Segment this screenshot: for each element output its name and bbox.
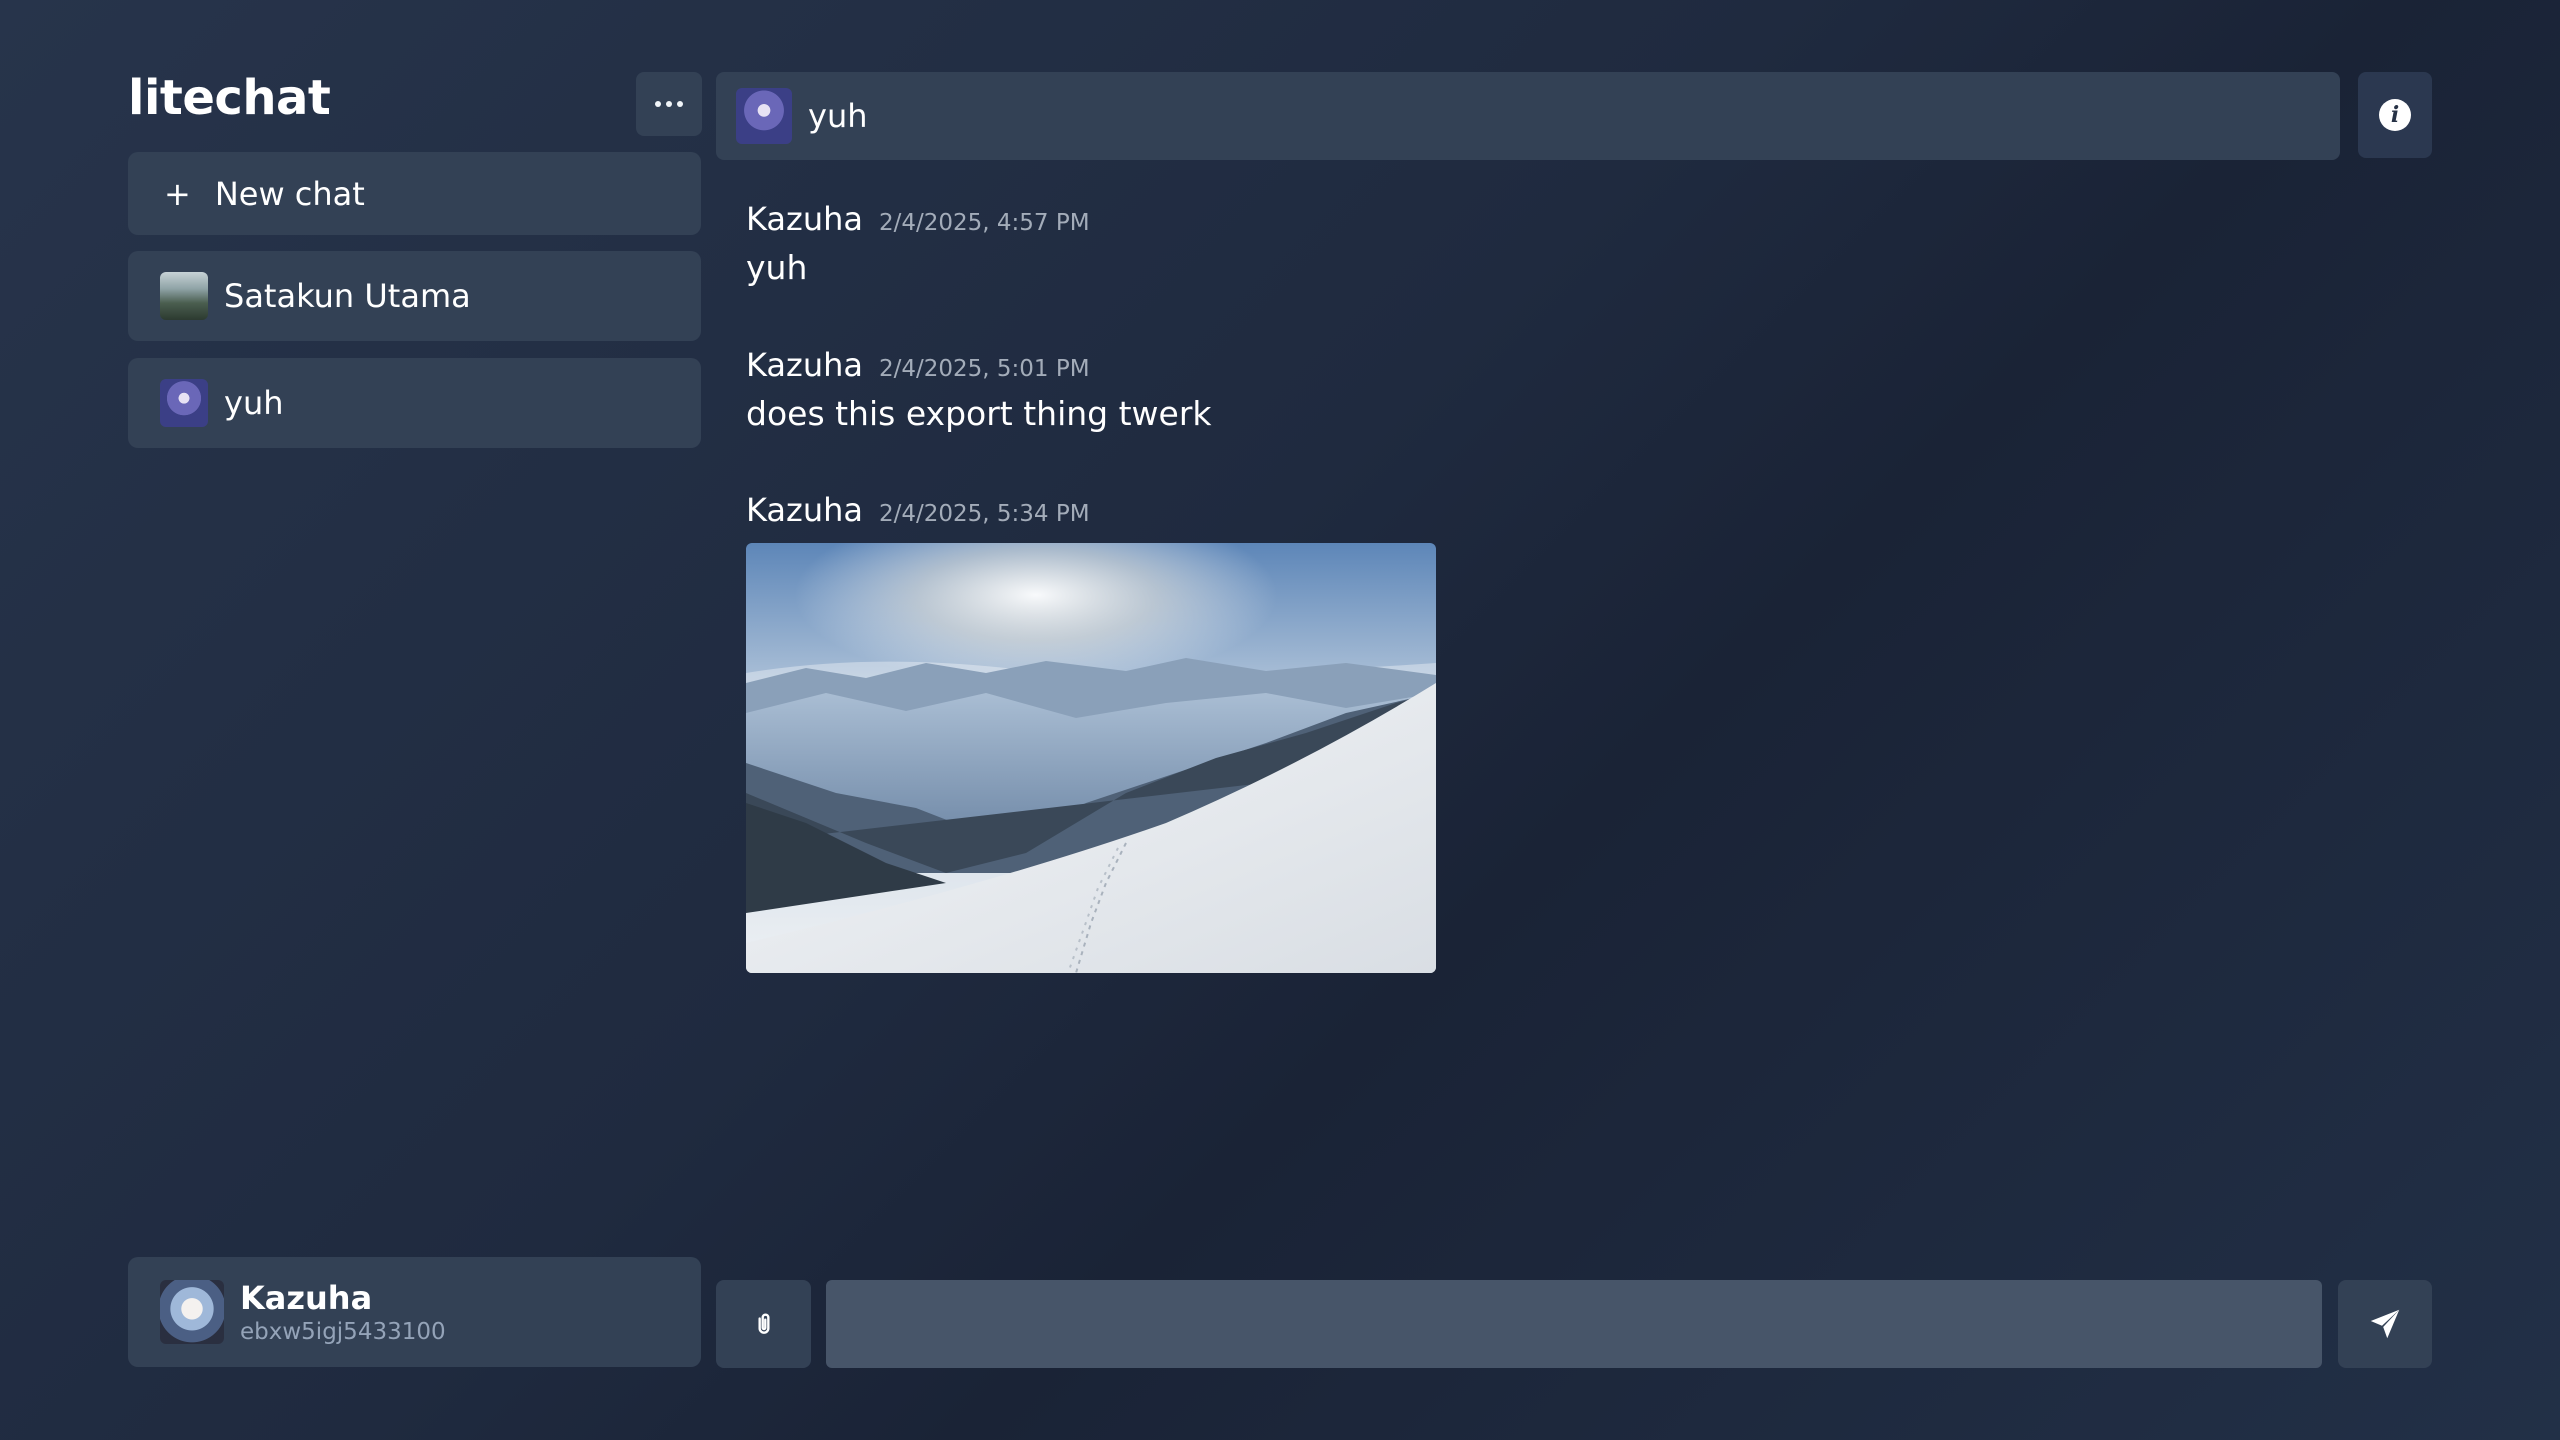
send-icon [2370,1309,2400,1339]
chat-item-label: Satakun Utama [224,277,471,315]
info-icon: i [2379,99,2411,131]
plus-icon: + [164,174,191,213]
more-options-button[interactable] [636,72,702,136]
user-avatar [160,1280,224,1344]
user-info: Kazuha ebxw5igj5433100 [240,1279,446,1345]
chat-header: yuh [716,72,2340,160]
message-author: Kazuha [746,491,863,529]
anime-avatar [160,379,208,427]
message: Kazuha 2/4/2025, 5:34 PM [746,491,1436,973]
user-profile-card[interactable]: Kazuha ebxw5igj5433100 [128,1257,701,1367]
message: Kazuha 2/4/2025, 4:57 PM yuh [746,200,1090,287]
message-text: does this export thing twerk [746,394,1212,433]
chat-title: yuh [808,97,868,135]
sidebar-chat-yuh[interactable]: yuh [128,358,701,448]
attach-button[interactable] [716,1280,811,1368]
paperclip-icon [757,1313,770,1334]
chat-avatar [736,88,792,144]
new-chat-label: New chat [214,174,365,213]
message-author: Kazuha [746,200,863,238]
chat-info-button[interactable]: i [2358,72,2432,158]
app-title: litechat [128,70,331,126]
chat-item-label: yuh [224,384,284,422]
ellipsis-icon [655,101,683,107]
message-text: yuh [746,248,808,287]
landscape-avatar [160,272,208,320]
message-timestamp: 2/4/2025, 5:01 PM [879,356,1090,382]
message-author: Kazuha [746,346,863,384]
user-name: Kazuha [240,1279,373,1317]
sidebar-chat-satakun-utama[interactable]: Satakun Utama [128,251,701,341]
message-input[interactable] [826,1280,2322,1368]
message: Kazuha 2/4/2025, 5:01 PM does this expor… [746,346,1212,433]
user-id: ebxw5igj5433100 [240,1319,446,1345]
message-timestamp: 2/4/2025, 5:34 PM [879,501,1090,527]
message-timestamp: 2/4/2025, 4:57 PM [879,210,1090,236]
send-button[interactable] [2338,1280,2432,1368]
new-chat-button[interactable]: + New chat [128,152,701,235]
message-image[interactable] [746,543,1436,973]
